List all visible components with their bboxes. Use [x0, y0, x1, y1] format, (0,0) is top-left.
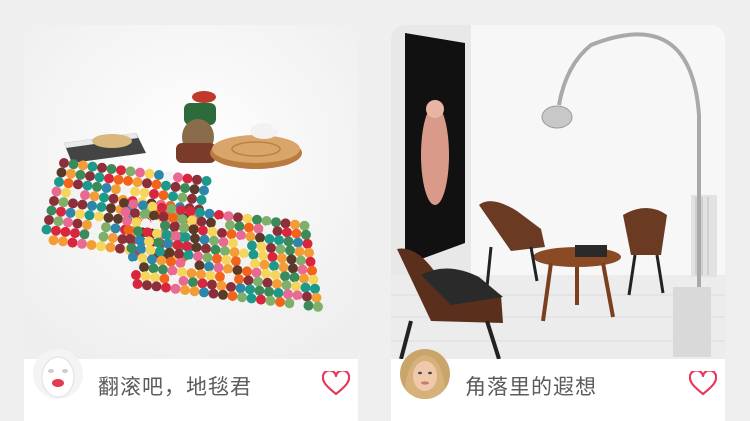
feed-card[interactable]: 角落里的遐想: [391, 25, 725, 421]
card-footer: 翻滚吧，地毯君: [24, 349, 358, 421]
heart-outline-icon[interactable]: [688, 369, 718, 397]
card-footer: 角落里的遐想: [391, 349, 725, 421]
card-title[interactable]: 角落里的遐想: [465, 371, 597, 401]
author-avatar[interactable]: [33, 349, 83, 399]
feed-grid: 翻滚吧，地毯君 角落里的遐想: [0, 0, 750, 421]
feed-card[interactable]: 翻滚吧，地毯君: [24, 25, 358, 421]
heart-outline-icon[interactable]: [321, 369, 351, 397]
card-photo-room[interactable]: [391, 25, 725, 359]
card-title[interactable]: 翻滚吧，地毯君: [98, 371, 252, 401]
card-photo-rug[interactable]: [24, 25, 358, 359]
author-avatar[interactable]: [400, 349, 450, 399]
